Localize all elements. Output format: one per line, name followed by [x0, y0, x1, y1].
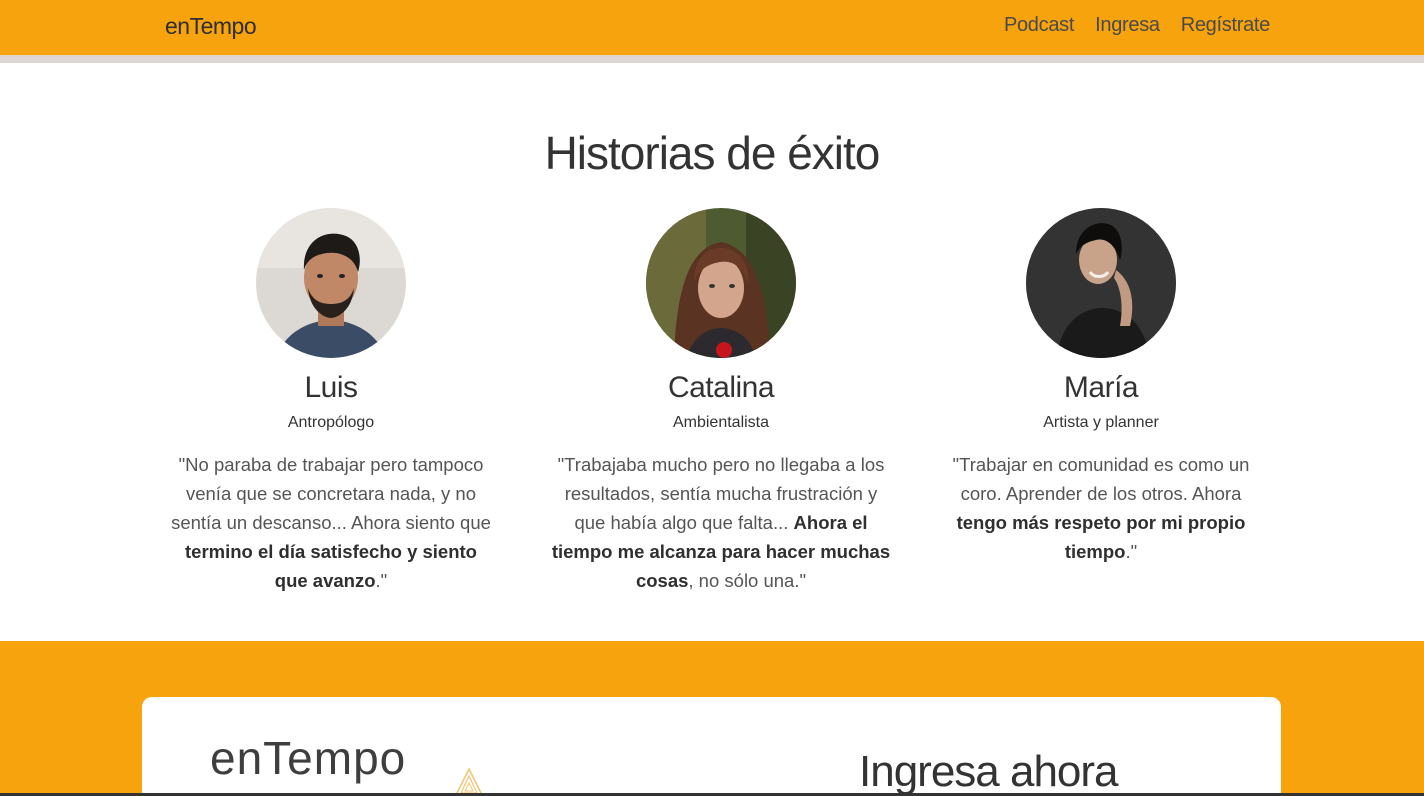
- top-navbar: enTempo Podcast Ingresa Regístrate: [0, 0, 1424, 55]
- testimonial-quote: "Trabajar en comunidad es como un coro. …: [946, 450, 1256, 566]
- testimonial-card-luis: Luis Antropólogo "No paraba de trabajar …: [171, 208, 491, 595]
- avatar: [256, 208, 406, 358]
- section-title: Historias de éxito: [544, 127, 881, 179]
- person-role: Antropólogo: [287, 414, 375, 431]
- navbar-divider: [0, 55, 1424, 63]
- testimonial-card-catalina: Catalina Ambientalista "Trabajaba mucho …: [549, 208, 893, 595]
- person-name: Luis: [304, 371, 358, 404]
- nav-link-registrate[interactable]: Regístrate: [1181, 14, 1271, 37]
- nav-link-ingresa[interactable]: Ingresa: [1095, 14, 1160, 37]
- brand-logo-link[interactable]: enTempo: [165, 13, 257, 40]
- quote-end: , no sólo una.": [688, 570, 807, 591]
- quote-highlight: tengo más respeto por mi propio tiempo: [956, 512, 1246, 562]
- testimonial-quote: "No paraba de trabajar pero tampoco vení…: [171, 450, 491, 595]
- quote-end: .": [1125, 541, 1138, 562]
- nav-links: Podcast Ingresa Regístrate: [1004, 14, 1270, 37]
- person-name: Catalina: [667, 371, 775, 404]
- portrait-photo-icon: [646, 208, 796, 358]
- portrait-photo-icon: [256, 208, 406, 358]
- quote-text: "Trabajar en comunidad es como un coro. …: [952, 454, 1250, 504]
- person-name: María: [1063, 371, 1139, 404]
- quote-end: .": [375, 570, 388, 591]
- logo-mark-icon: [454, 767, 484, 796]
- nav-link-podcast[interactable]: Podcast: [1004, 14, 1074, 37]
- quote-text: "No paraba de trabajar pero tampoco vení…: [171, 454, 491, 533]
- person-role: Artista y planner: [1043, 414, 1159, 431]
- login-card: enTempo Ingresa ahora: [142, 697, 1281, 796]
- avatar: [646, 208, 796, 358]
- quote-highlight: termino el día satisfecho y siento que a…: [185, 541, 477, 591]
- testimonial-card-maria: María Artista y planner "Trabajar en com…: [946, 208, 1256, 566]
- testimonial-quote: "Trabajaba mucho pero no llegaba a los r…: [549, 450, 893, 595]
- person-role: Ambientalista: [672, 414, 770, 431]
- avatar: [1026, 208, 1176, 358]
- login-title: Ingresa ahora: [859, 747, 1119, 796]
- entempo-logo-text: enTempo: [210, 732, 407, 784]
- portrait-photo-icon: [1026, 208, 1176, 358]
